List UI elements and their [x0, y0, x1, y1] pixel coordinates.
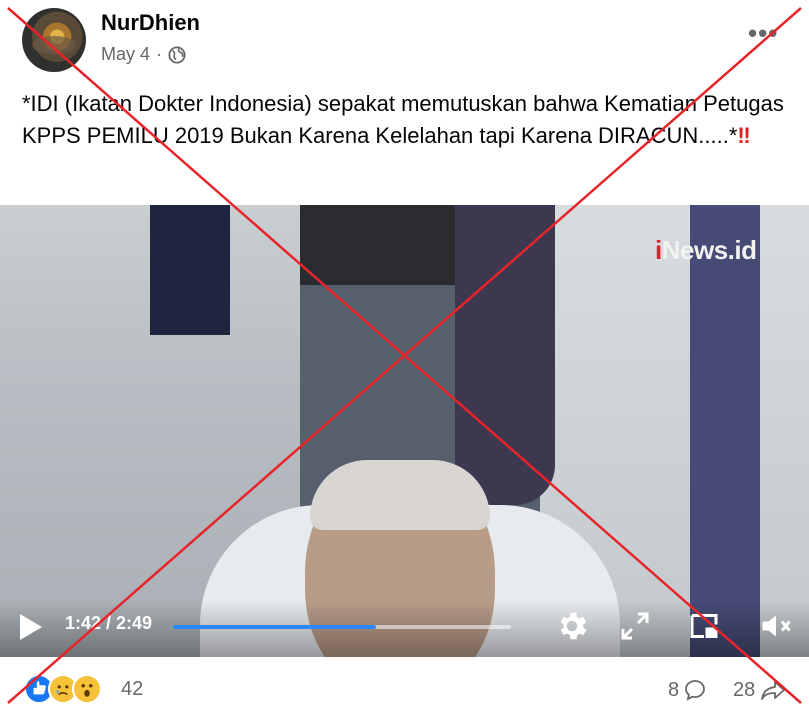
comment-count[interactable]: 8 [668, 678, 707, 702]
post-date[interactable]: May 4 [101, 44, 150, 65]
reaction-count[interactable]: 42 [121, 678, 143, 701]
post-text: *IDI (Ikatan Dokter Indonesia) sepakat m… [22, 88, 792, 151]
share-icon [761, 681, 786, 700]
comment-count-value: 8 [668, 678, 680, 701]
author-name[interactable]: NurDhien [101, 10, 200, 36]
video-time: 1:42 / 2:49 [65, 613, 153, 633]
video-background-scarf [455, 205, 555, 505]
inews-watermark: iNews.id [655, 235, 757, 266]
reactions-summary[interactable] [24, 674, 102, 704]
video-player[interactable]: iNews.id 1:42 / 2:49 [0, 205, 809, 657]
comment-icon [685, 680, 706, 701]
video-background-dark [150, 205, 230, 335]
share-count-value: 28 [733, 678, 756, 701]
play-icon[interactable] [20, 614, 42, 640]
video-person-hair [310, 460, 490, 530]
share-count[interactable]: 28 [733, 678, 787, 702]
more-options-button[interactable]: ••• [748, 18, 778, 49]
fullscreen-icon[interactable] [617, 608, 653, 644]
video-background-top [300, 205, 460, 285]
globe-icon [168, 45, 186, 64]
mute-icon[interactable] [758, 608, 794, 644]
post-text-body: *IDI (Ikatan Dokter Indonesia) sepakat m… [22, 91, 784, 148]
double-exclamation-emoji: ‼ [737, 122, 751, 148]
watermark-prefix: i [655, 235, 662, 265]
post-meta: May 4 · [101, 44, 186, 65]
video-background-tie [690, 205, 760, 657]
settings-gear-icon[interactable] [554, 608, 590, 644]
watermark-text: News.id [661, 235, 757, 265]
video-progress-fill [173, 625, 376, 629]
meta-separator: · [156, 44, 163, 64]
post-footer: 42 8 28 [0, 660, 809, 711]
avatar[interactable] [22, 8, 86, 72]
post-header: NurDhien May 4 · ••• [0, 0, 809, 80]
video-progress-bar[interactable] [173, 625, 511, 629]
picture-in-picture-icon[interactable] [686, 608, 722, 644]
wow-icon [72, 674, 102, 704]
video-controls: 1:42 / 2:49 [0, 600, 809, 657]
